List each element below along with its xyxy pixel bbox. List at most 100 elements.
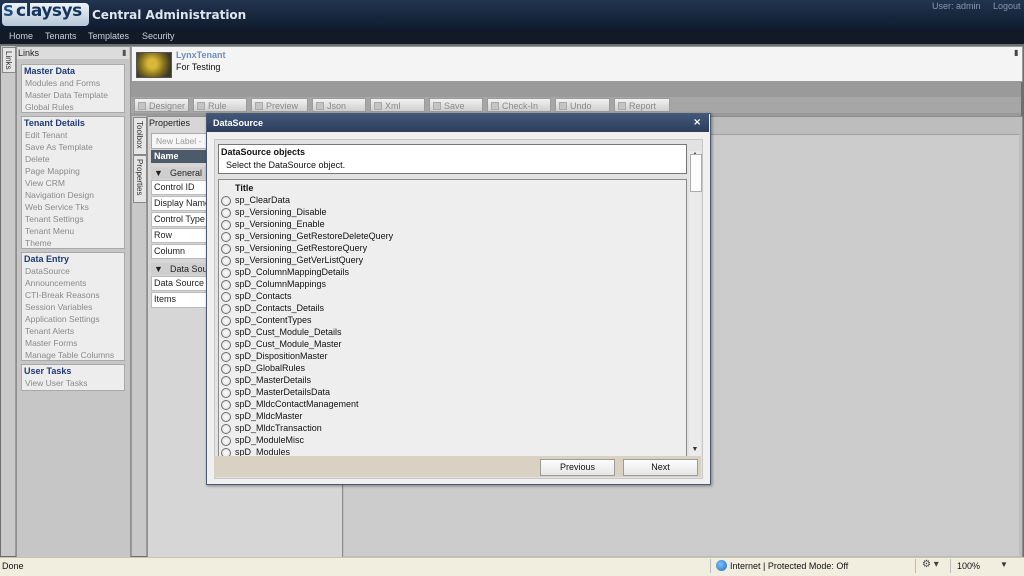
link-session-variables[interactable]: Session Variables bbox=[25, 302, 92, 312]
list-item-label: spD_GlobalRules bbox=[235, 363, 306, 373]
category-general[interactable]: ▼ General bbox=[151, 167, 209, 179]
designer-icon bbox=[138, 102, 146, 110]
link-page-mapping[interactable]: Page Mapping bbox=[25, 166, 80, 176]
radio-button[interactable] bbox=[221, 376, 231, 386]
previous-button[interactable]: Previous bbox=[540, 459, 615, 476]
links-tab[interactable]: Links bbox=[2, 47, 16, 73]
scroll-down-icon[interactable]: ▼ bbox=[689, 446, 701, 456]
radio-button[interactable] bbox=[221, 424, 231, 434]
radio-button[interactable] bbox=[221, 352, 231, 362]
prop-data-source[interactable]: Data Source bbox=[151, 276, 212, 291]
prop-column[interactable]: Column bbox=[151, 244, 212, 259]
list-item-label: spD_MasterDetailsData bbox=[235, 387, 331, 397]
menu-tenants[interactable]: Tenants bbox=[45, 31, 77, 41]
prop-control-type[interactable]: Control Type bbox=[151, 212, 212, 227]
zoom-level[interactable]: 100% bbox=[957, 561, 980, 571]
radio-button[interactable] bbox=[221, 316, 231, 326]
security-zone[interactable]: Internet | Protected Mode: Off bbox=[730, 561, 848, 571]
radio-button[interactable] bbox=[221, 328, 231, 338]
radio-button[interactable] bbox=[221, 436, 231, 446]
tenant-name[interactable]: LynxTenant bbox=[176, 50, 226, 60]
group-title[interactable]: Data Entry bbox=[24, 254, 69, 264]
designer-button[interactable]: Designer bbox=[134, 98, 189, 112]
tools-icon[interactable]: ⚙ ▾ bbox=[922, 559, 939, 570]
link-announcements[interactable]: Announcements bbox=[25, 278, 86, 288]
radio-button[interactable] bbox=[221, 208, 231, 218]
preview-button[interactable]: Preview bbox=[251, 98, 308, 112]
radio-button[interactable] bbox=[221, 220, 231, 230]
link-web-service-tks[interactable]: Web Service Tks bbox=[25, 202, 89, 212]
link-manage-table-columns[interactable]: Manage Table Columns bbox=[25, 350, 114, 360]
pin-icon[interactable]: ▮ bbox=[122, 48, 126, 57]
link-application-settings[interactable]: Application Settings bbox=[25, 314, 100, 324]
logo-text: claysys bbox=[16, 1, 82, 21]
radio-button[interactable] bbox=[221, 364, 231, 374]
undo-button[interactable]: Undo bbox=[555, 98, 610, 112]
menu-home[interactable]: Home bbox=[9, 31, 33, 41]
radio-button[interactable] bbox=[221, 268, 231, 278]
link-view-crm[interactable]: View CRM bbox=[25, 178, 65, 188]
link-view-user-tasks[interactable]: View User Tasks bbox=[25, 378, 88, 388]
zoom-dropdown-icon[interactable]: ▼ bbox=[1000, 560, 1008, 569]
radio-button[interactable] bbox=[221, 340, 231, 350]
radio-button[interactable] bbox=[221, 304, 231, 314]
group-title[interactable]: User Tasks bbox=[24, 366, 71, 376]
tab-toolbox[interactable]: Toolbox bbox=[133, 117, 147, 155]
logout-link[interactable]: Logout bbox=[993, 1, 1021, 11]
tab-label: Toolbox bbox=[135, 121, 144, 149]
collapse-icon[interactable]: ▼ bbox=[154, 167, 163, 179]
list-item-label: sp_Versioning_GetRestoreDeleteQuery bbox=[235, 231, 394, 241]
close-icon[interactable]: × bbox=[693, 117, 701, 128]
link-global-rules[interactable]: Global Rules bbox=[25, 102, 74, 112]
radio-button[interactable] bbox=[221, 196, 231, 206]
link-datasource[interactable]: DataSource bbox=[25, 266, 70, 276]
collapse-icon[interactable]: ▼ bbox=[154, 263, 163, 275]
prop-items[interactable]: Items bbox=[151, 292, 212, 308]
button-label: Preview bbox=[266, 101, 299, 111]
group-title[interactable]: Master Data bbox=[24, 66, 75, 76]
next-button[interactable]: Next bbox=[623, 459, 698, 476]
link-theme[interactable]: Theme bbox=[25, 238, 51, 248]
prop-display-name[interactable]: Display Name bbox=[151, 196, 212, 211]
link-cti-break-reasons[interactable]: CTI-Break Reasons bbox=[25, 290, 100, 300]
pin-icon[interactable]: ▮ bbox=[1014, 48, 1018, 57]
link-master-data-template[interactable]: Master Data Template bbox=[25, 90, 108, 100]
scroll-thumb[interactable] bbox=[690, 154, 702, 192]
prop-control-id[interactable]: Control ID bbox=[151, 180, 212, 195]
link-master-forms[interactable]: Master Forms bbox=[25, 338, 77, 348]
menu-templates[interactable]: Templates bbox=[88, 31, 129, 41]
json-button[interactable]: Json bbox=[312, 98, 366, 112]
link-edit-tenant[interactable]: Edit Tenant bbox=[25, 130, 67, 140]
list-item-label: sp_Versioning_GetRestoreQuery bbox=[235, 243, 368, 253]
link-navigation-design[interactable]: Navigation Design bbox=[25, 190, 94, 200]
save-button[interactable]: Save bbox=[429, 98, 483, 112]
radio-button[interactable] bbox=[221, 256, 231, 266]
dialog-titlebar[interactable] bbox=[207, 114, 709, 132]
link-tenant-alerts[interactable]: Tenant Alerts bbox=[25, 326, 74, 336]
group-title[interactable]: Tenant Details bbox=[24, 118, 85, 128]
xml-button[interactable]: Xml bbox=[370, 98, 425, 112]
link-save-as-template[interactable]: Save As Template bbox=[25, 142, 93, 152]
radio-button[interactable] bbox=[221, 400, 231, 410]
radio-button[interactable] bbox=[221, 292, 231, 302]
list-item-label: spD_ColumnMappingDetails bbox=[235, 267, 350, 277]
radio-button[interactable] bbox=[221, 232, 231, 242]
rule-button[interactable]: Rule bbox=[193, 98, 247, 112]
link-modules-and-forms[interactable]: Modules and Forms bbox=[25, 78, 100, 88]
check-in-button[interactable]: Check-In bbox=[487, 98, 551, 112]
report-button[interactable]: Report bbox=[614, 98, 670, 112]
radio-button[interactable] bbox=[221, 388, 231, 398]
prop-row[interactable]: Row bbox=[151, 228, 212, 243]
radio-button[interactable] bbox=[221, 280, 231, 290]
link-tenant-menu[interactable]: Tenant Menu bbox=[25, 226, 74, 236]
tab-properties[interactable]: Properties bbox=[133, 155, 147, 203]
menu-security[interactable]: Security bbox=[142, 31, 175, 41]
radio-button[interactable] bbox=[221, 244, 231, 254]
link-delete[interactable]: Delete bbox=[25, 154, 50, 164]
link-tenant-settings[interactable]: Tenant Settings bbox=[25, 214, 84, 224]
category-data-source[interactable]: ▼ Data Sou bbox=[151, 263, 209, 275]
tenant-image bbox=[136, 52, 172, 78]
radio-button[interactable] bbox=[221, 412, 231, 422]
list-scrollbar[interactable] bbox=[689, 151, 701, 457]
app-title: Central Administration bbox=[92, 8, 247, 22]
